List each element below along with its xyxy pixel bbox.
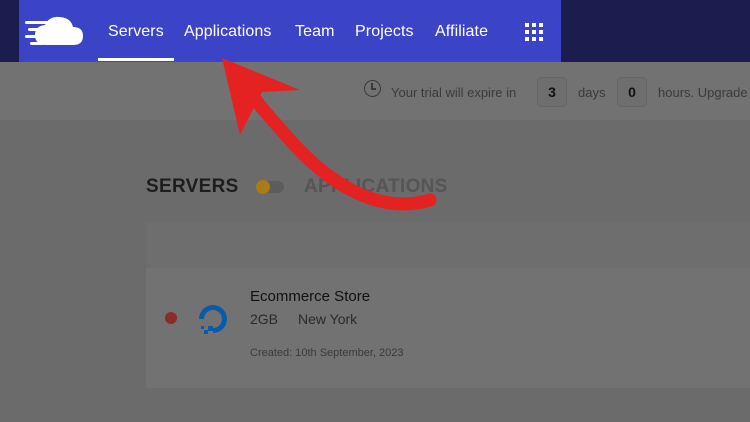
apps-grid-icon[interactable] bbox=[525, 23, 543, 41]
trial-hours-count: 0 bbox=[617, 77, 647, 107]
server-name[interactable]: Ecommerce Store bbox=[250, 288, 370, 305]
trial-hours-label[interactable]: hours. Upgrade bbox=[658, 85, 748, 100]
servers-heading[interactable]: SERVERS bbox=[146, 176, 239, 198]
server-created-date: Created: 10th September, 2023 bbox=[250, 347, 404, 359]
cloud-logo-icon[interactable] bbox=[25, 13, 87, 49]
server-card[interactable] bbox=[146, 268, 750, 388]
server-location: New York bbox=[298, 311, 358, 327]
trial-text: Your trial will expire in bbox=[391, 85, 517, 100]
toggle-knob bbox=[256, 180, 270, 194]
trial-days-label: days bbox=[578, 85, 606, 100]
trial-days-count: 3 bbox=[537, 77, 567, 107]
server-list-header bbox=[146, 222, 750, 268]
nav-item-servers[interactable]: Servers bbox=[108, 23, 164, 41]
active-tab-indicator bbox=[98, 58, 174, 61]
clock-icon bbox=[364, 80, 381, 97]
server-size: 2GB bbox=[250, 311, 279, 327]
nav-item-team[interactable]: Team bbox=[295, 23, 335, 41]
applications-heading[interactable]: APPLICATIONS bbox=[304, 176, 448, 198]
server-status-dot bbox=[165, 312, 177, 324]
nav-item-applications[interactable]: Applications bbox=[184, 23, 271, 41]
nav-item-affiliate[interactable]: Affiliate bbox=[435, 23, 488, 41]
main-nav: Servers Applications Team Projects Affil… bbox=[19, 0, 561, 62]
nav-item-projects[interactable]: Projects bbox=[355, 23, 414, 41]
digitalocean-icon bbox=[199, 305, 227, 334]
